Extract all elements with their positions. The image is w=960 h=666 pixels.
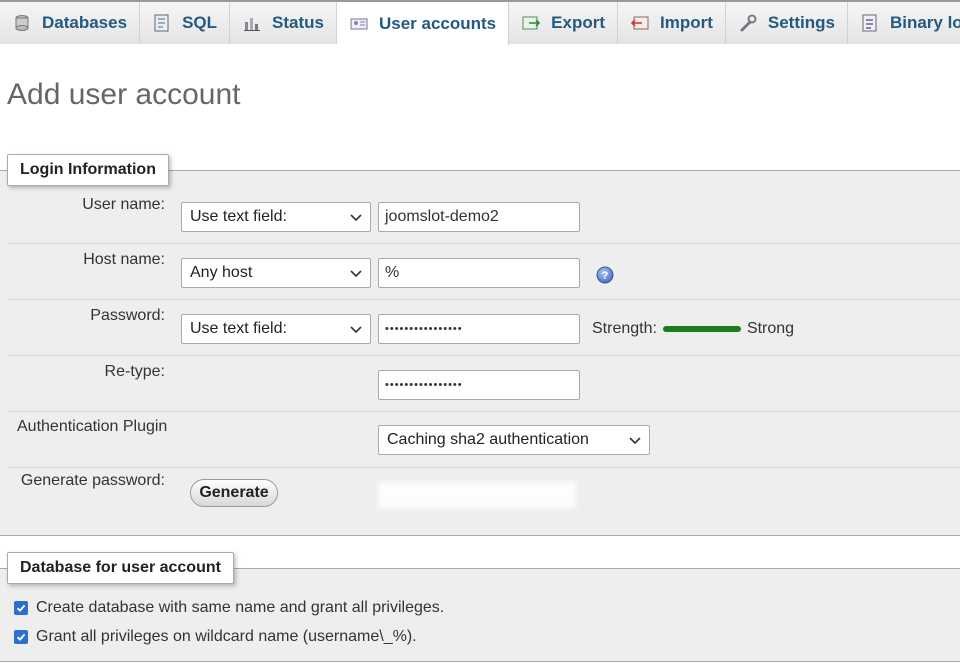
tab-binary-log-label: Binary log (889, 13, 960, 32)
password-input-value: •••••••••••••••• (385, 323, 463, 335)
generate-password-label: Generate password: (20, 472, 165, 489)
user-name-label: User name: (82, 196, 165, 213)
database-for-user-legend: Database for user account (7, 552, 234, 584)
retype-password-input[interactable]: •••••••••••••••• (378, 370, 580, 400)
checkmark-icon (16, 633, 26, 641)
help-icon[interactable]: ? (596, 266, 614, 284)
tab-user-accounts[interactable]: User accounts (336, 2, 510, 45)
tab-settings-label: Settings (767, 13, 835, 32)
tab-status[interactable]: Status (230, 2, 337, 44)
host-name-input-value: % (385, 264, 400, 281)
sql-icon (152, 14, 172, 32)
create-database-option[interactable]: Create database with same name and grant… (14, 599, 444, 617)
tab-export[interactable]: Export (509, 2, 618, 44)
create-database-label: Create database with same name and grant… (36, 599, 445, 616)
tab-settings[interactable]: Settings (725, 2, 848, 44)
user-name-input[interactable]: joomslot-demo2 (378, 202, 580, 232)
retype-label: Re-type: (104, 363, 165, 380)
tab-user-accounts-label: User accounts (378, 13, 497, 33)
auth-plugin-label: Authentication Plugin (17, 418, 168, 435)
user-name-select[interactable]: Use text field: (181, 202, 371, 232)
svg-text:?: ? (602, 270, 609, 282)
chevron-down-icon (350, 214, 362, 222)
tab-databases[interactable]: Databases (0, 2, 141, 44)
strength-meter (662, 326, 741, 332)
binary-log-icon (860, 14, 880, 32)
database-icon (12, 14, 32, 32)
login-information-legend: Login Information (7, 154, 169, 186)
retype-password-input-value: •••••••••••••••• (385, 379, 463, 391)
host-name-select-value: Any host (190, 264, 253, 281)
tab-status-label: Status (272, 13, 324, 32)
export-icon (521, 14, 541, 32)
tab-sql[interactable]: SQL (140, 2, 231, 44)
grant-wildcard-label: Grant all privileges on wildcard name (u… (36, 628, 417, 645)
status-icon (242, 14, 262, 32)
host-name-label: Host name: (83, 251, 165, 268)
tab-binary-log[interactable]: Binary log (847, 2, 960, 44)
auth-plugin-select[interactable]: Caching sha2 authentication (378, 425, 650, 455)
generated-password-field[interactable] (378, 482, 576, 508)
tab-sql-label: SQL (182, 13, 218, 32)
checkmark-icon (16, 604, 26, 612)
strength-label: Strength: (592, 320, 657, 337)
create-database-checkbox[interactable] (14, 601, 28, 615)
host-name-select[interactable]: Any host (181, 258, 371, 288)
tab-databases-label: Databases (42, 13, 128, 32)
user-name-select-value: Use text field: (190, 208, 287, 225)
tab-import-label: Import (660, 13, 713, 32)
top-tab-bar: Databases SQL Status User accounts Expor… (0, 0, 960, 45)
strength-value: Strong (746, 320, 795, 337)
user-name-input-value: joomslot-demo2 (385, 208, 499, 225)
auth-plugin-select-value: Caching sha2 authentication (387, 431, 589, 448)
grant-wildcard-checkbox[interactable] (14, 630, 28, 644)
grant-wildcard-option[interactable]: Grant all privileges on wildcard name (u… (14, 628, 417, 646)
password-select-value: Use text field: (190, 320, 287, 337)
chevron-down-icon (350, 326, 362, 334)
tab-import[interactable]: Import (618, 2, 726, 44)
password-select[interactable]: Use text field: (181, 314, 371, 344)
host-name-input[interactable]: % (378, 258, 580, 288)
password-input[interactable]: •••••••••••••••• (378, 314, 580, 344)
page-title: Add user account (7, 78, 241, 111)
chevron-down-icon (350, 270, 362, 278)
password-label: Password: (90, 307, 165, 324)
import-icon (630, 14, 650, 32)
wrench-icon (738, 14, 758, 32)
tab-export-label: Export (551, 13, 605, 32)
password-strength: Strength: Strong (592, 320, 794, 338)
generate-button[interactable]: Generate (190, 479, 278, 507)
chevron-down-icon (629, 437, 641, 445)
users-icon (349, 15, 369, 33)
